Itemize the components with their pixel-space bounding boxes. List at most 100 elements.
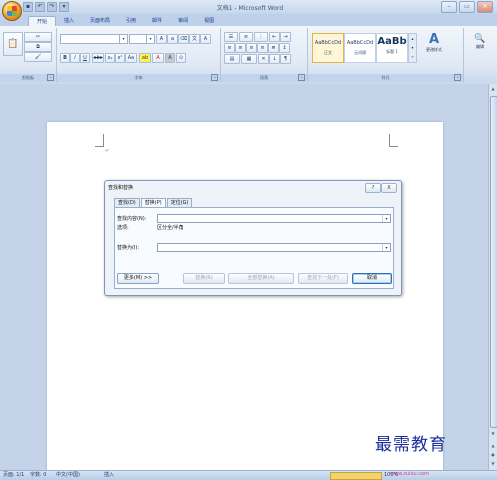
cut-icon[interactable]: ✂ bbox=[24, 32, 52, 42]
style-normal[interactable]: AaBbCcDd 正文 bbox=[312, 33, 344, 63]
replace-all-button[interactable]: 全部替换(A) bbox=[228, 273, 294, 284]
find-button[interactable]: 🔍 编辑 bbox=[468, 34, 492, 50]
align-center-icon[interactable]: ≡ bbox=[235, 43, 246, 53]
char-shading-icon[interactable]: A bbox=[165, 53, 175, 63]
tab-mailings[interactable]: 邮件 bbox=[144, 16, 170, 26]
styles-scroll[interactable]: ▴ ▾ ▿ bbox=[408, 33, 417, 63]
office-logo-icon bbox=[7, 6, 17, 16]
window-title: 文档1 - Microsoft Word bbox=[216, 5, 284, 12]
scroll-thumb[interactable] bbox=[490, 96, 497, 428]
bullets-icon[interactable]: ☰ bbox=[224, 32, 238, 42]
phonetic-icon[interactable]: 文 bbox=[189, 34, 200, 44]
copy-icon[interactable]: ⧉ bbox=[24, 42, 52, 52]
maximize-icon[interactable]: ▭ bbox=[459, 1, 475, 13]
paragraph-launcher-icon[interactable]: ↘ bbox=[298, 74, 305, 81]
minimize-icon[interactable]: – bbox=[441, 1, 457, 13]
close-icon[interactable]: X bbox=[381, 183, 397, 193]
editing-group: 🔍 编辑 bbox=[464, 28, 497, 82]
align-right-icon[interactable]: ≡ bbox=[246, 43, 257, 53]
save-icon[interactable]: ▪ bbox=[23, 2, 33, 12]
decrease-indent-icon[interactable]: ⇤ bbox=[269, 32, 280, 42]
document-page[interactable]: ↵ bbox=[47, 122, 443, 472]
chevron-down-icon: ▾ bbox=[119, 35, 127, 43]
paragraph-group-label: 段落 bbox=[221, 74, 307, 82]
prev-page-icon[interactable]: ▲ bbox=[490, 442, 496, 450]
style-heading1[interactable]: AaBb 标题 1 bbox=[376, 33, 408, 63]
distribute-icon[interactable]: ≣ bbox=[268, 43, 279, 53]
change-case-icon[interactable]: Aa bbox=[125, 53, 137, 63]
replace-button[interactable]: 替换(R) bbox=[183, 273, 225, 284]
find-what-label: 查找内容(N): bbox=[117, 216, 147, 222]
change-styles-icon: A bbox=[428, 32, 440, 47]
undo-icon[interactable]: ↶ bbox=[35, 2, 45, 12]
change-styles-label: 更改样式 bbox=[426, 47, 442, 52]
char-border-icon[interactable]: A bbox=[200, 34, 211, 44]
close-icon[interactable]: ✕ bbox=[477, 1, 493, 13]
numbering-icon[interactable]: ≡ bbox=[239, 32, 253, 42]
justify-icon[interactable]: ≡ bbox=[257, 43, 268, 53]
edit-label: 编辑 bbox=[476, 44, 484, 49]
superscript-icon[interactable]: x² bbox=[115, 53, 125, 63]
tab-review[interactable]: 审阅 bbox=[170, 16, 196, 26]
borders-icon[interactable]: ▦ bbox=[241, 54, 257, 64]
paste-icon[interactable]: 📋 bbox=[3, 32, 23, 56]
office-button[interactable] bbox=[2, 1, 22, 21]
font-launcher-icon[interactable]: ↘ bbox=[211, 74, 218, 81]
enclose-char-icon[interactable]: ⊙ bbox=[176, 53, 186, 63]
highlight-icon[interactable]: ab bbox=[139, 53, 151, 63]
scroll-down-icon[interactable]: ▼ bbox=[490, 430, 496, 438]
tab-insert[interactable]: 插入 bbox=[56, 16, 82, 26]
italic-icon[interactable]: I bbox=[70, 53, 80, 63]
tab-find[interactable]: 查找(D) bbox=[114, 198, 140, 207]
watermark-url: www.zuixu.com bbox=[390, 471, 429, 477]
align-left-icon[interactable]: ≡ bbox=[224, 43, 235, 53]
bold-icon[interactable]: B bbox=[60, 53, 70, 63]
sort-icon[interactable]: ↓ bbox=[269, 54, 280, 64]
customize-icon[interactable]: ▾ bbox=[59, 2, 69, 12]
change-styles-button[interactable]: A 更改样式 bbox=[420, 32, 448, 53]
style-heading1-name: 标题 1 bbox=[386, 49, 398, 54]
underline-icon[interactable]: U bbox=[80, 53, 90, 63]
show-marks-icon[interactable]: ¶ bbox=[280, 54, 291, 64]
styles-launcher-icon[interactable]: ↘ bbox=[454, 74, 461, 81]
replace-with-input[interactable]: ▾ bbox=[157, 243, 391, 252]
replace-with-label: 替换为(I): bbox=[117, 245, 140, 251]
clear-format-icon[interactable]: ⌫ bbox=[178, 34, 189, 44]
shrink-font-icon[interactable]: a bbox=[167, 34, 178, 44]
style-no-spacing-name: 无间隔 bbox=[354, 50, 366, 55]
vertical-scrollbar[interactable]: ▲ ▼ ▲ ● ▼ bbox=[488, 84, 497, 470]
scroll-up-icon[interactable]: ▲ bbox=[490, 85, 496, 93]
tab-view[interactable]: 视图 bbox=[196, 16, 222, 26]
help-icon[interactable]: ? bbox=[365, 183, 381, 193]
grow-font-icon[interactable]: A bbox=[156, 34, 167, 44]
strikethrough-icon[interactable]: abc bbox=[92, 53, 104, 63]
paragraph-group: ☰ ≡ ⋮ ⇤ ⇥ ≡ ≡ ≡ ≡ ≣ ↕ ▤ ▦ ✕ ↓ ¶ 段落 ↘ bbox=[221, 28, 308, 82]
chevron-down-icon[interactable]: ▾ bbox=[382, 215, 390, 222]
chevron-down-icon[interactable]: ▾ bbox=[382, 244, 390, 251]
tab-references[interactable]: 引用 bbox=[118, 16, 144, 26]
paragraph-mark-icon: ↵ bbox=[105, 148, 110, 154]
tab-goto[interactable]: 定位(G) bbox=[166, 198, 193, 207]
clipboard-launcher-icon[interactable]: ↘ bbox=[47, 74, 54, 81]
chinese-layout-icon[interactable]: ✕ bbox=[258, 54, 269, 64]
redo-icon[interactable]: ↷ bbox=[47, 2, 57, 12]
increase-indent-icon[interactable]: ⇥ bbox=[280, 32, 291, 42]
find-next-button[interactable]: 查找下一处(F) bbox=[298, 273, 348, 284]
find-replace-dialog: 查找和替换 ? X 查找(D) 替换(P) 定位(G) 查找内容(N): ▾ 选… bbox=[104, 180, 402, 296]
more-button[interactable]: 更多(M) >> bbox=[117, 273, 159, 284]
find-what-input[interactable]: ▾ bbox=[157, 214, 391, 223]
tab-page-layout[interactable]: 页面布局 bbox=[82, 16, 118, 26]
browse-object-icon[interactable]: ● bbox=[490, 451, 496, 459]
font-size-combo[interactable]: ▾ bbox=[129, 34, 155, 44]
line-spacing-icon[interactable]: ↕ bbox=[279, 43, 290, 53]
subscript-icon[interactable]: x₂ bbox=[105, 53, 115, 63]
multilevel-list-icon[interactable]: ⋮ bbox=[254, 32, 268, 42]
next-page-icon[interactable]: ▼ bbox=[490, 460, 496, 468]
cancel-button[interactable]: 取消 bbox=[352, 273, 392, 284]
shading-icon[interactable]: ▤ bbox=[224, 54, 240, 64]
font-color-icon[interactable]: A bbox=[152, 53, 164, 63]
quick-access-toolbar: ▪ ↶ ↷ ▾ bbox=[23, 2, 69, 12]
style-no-spacing[interactable]: AaBbCcDd 无间隔 bbox=[344, 33, 376, 63]
format-painter-icon[interactable]: 🖌 bbox=[24, 52, 52, 62]
font-name-combo[interactable]: ▾ bbox=[60, 34, 128, 44]
